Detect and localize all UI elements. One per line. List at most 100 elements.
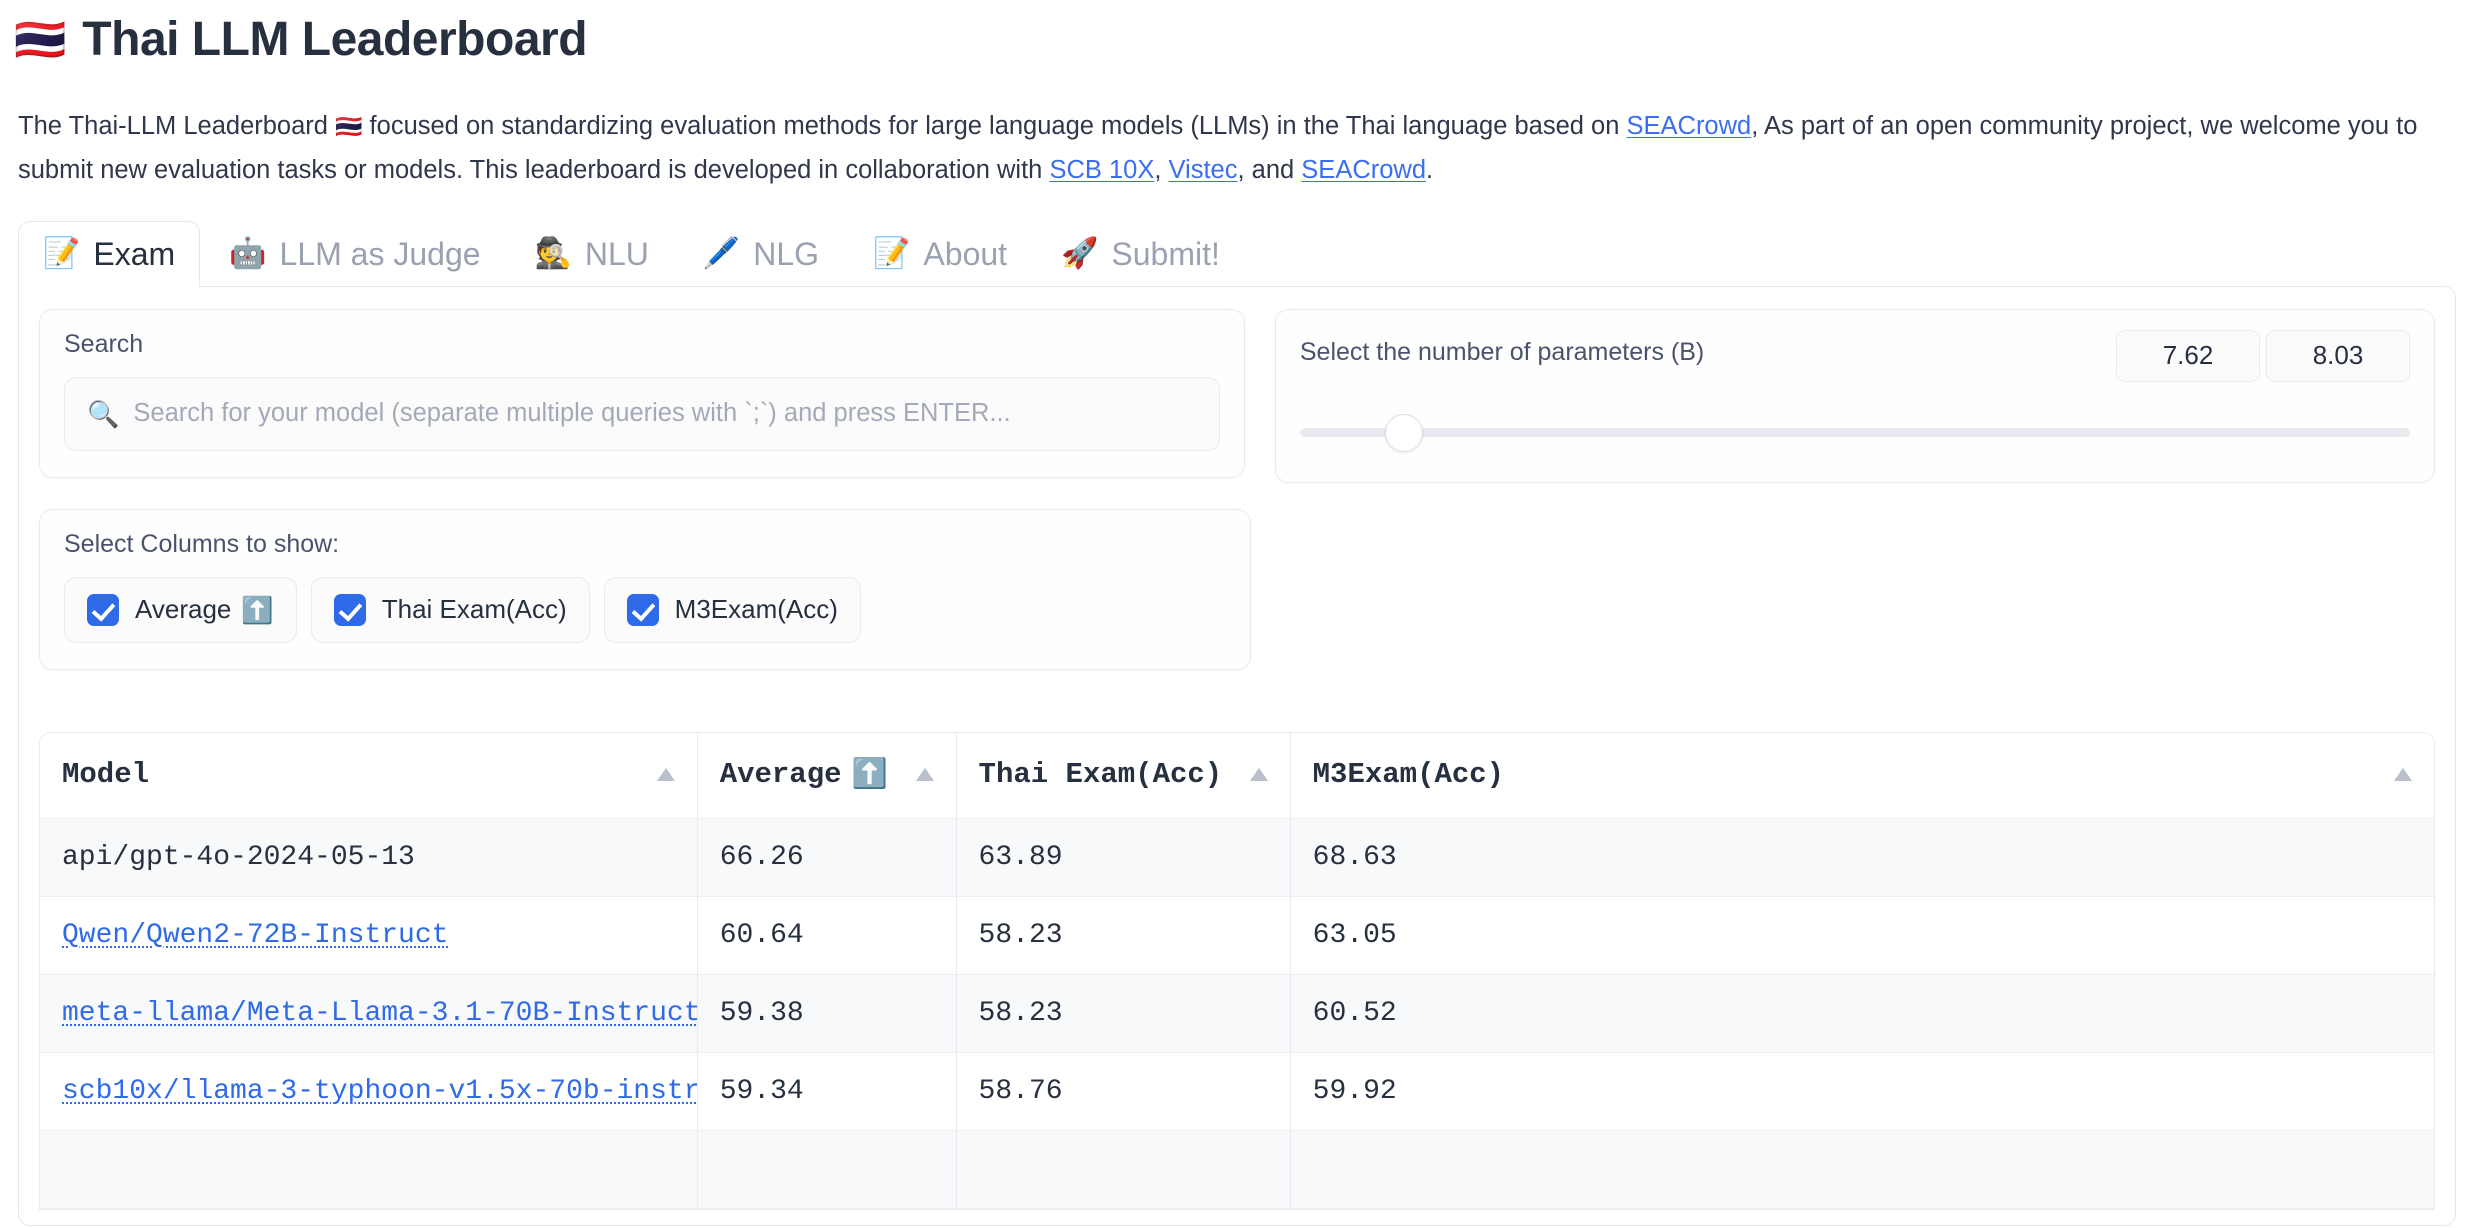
column-header-model[interactable]: Model [40, 732, 698, 819]
cell-thai-exam [956, 1130, 1291, 1209]
tab-submit[interactable]: 🚀 Submit! [1036, 221, 1245, 287]
tab-nlu-label: NLU [584, 235, 649, 272]
tab-nlg[interactable]: 🖊️ NLG [678, 221, 844, 287]
page-title: Thai LLM Leaderboard [82, 13, 588, 66]
column-chip-average[interactable]: Average ⬆️ [64, 576, 297, 643]
parameters-card: Select the number of parameters (B) 7.62… [1274, 308, 2435, 483]
columns-label: Select Columns to show: [64, 529, 340, 558]
table-row: api/gpt-4o-2024-05-13 66.26 63.89 68.63 [40, 818, 2434, 897]
column-chip-m3exam-label: M3Exam(Acc) [674, 594, 838, 625]
tab-about-label: About [923, 235, 1008, 272]
table: Model Average ⬆️ Thai Exam(Acc) M3Exam(A… [40, 732, 2434, 1209]
column-header-m3exam-label: M3Exam(Acc) [1312, 757, 1505, 791]
column-header-model-label: Model [62, 757, 150, 791]
intro-paragraph: The Thai-LLM Leaderboard 🇹🇭 focused on s… [18, 105, 2454, 193]
intro-sep-2: , and [1237, 155, 1302, 184]
thai-flag-inline-icon: 🇹🇭 [335, 113, 363, 139]
up-arrow-icon: ⬆️ [851, 758, 888, 792]
cell-average: 59.38 [697, 974, 957, 1053]
page-header: 🇹🇭 Thai LLM Leaderboard [0, 0, 2474, 67]
checkbox-m3exam[interactable] [626, 593, 659, 626]
pen-icon: 🖊️ [702, 237, 741, 271]
parameter-value-boxes: 7.62 8.03 [2116, 329, 2410, 382]
cell-thai-exam: 58.76 [956, 1052, 1291, 1131]
column-header-average-label: Average [719, 757, 842, 791]
cell-average [697, 1130, 957, 1209]
cell-model [40, 1130, 698, 1209]
table-row: meta-llama/Meta-Llama-3.1-70B-Instruct 5… [40, 974, 2434, 1053]
intro-period: . [1426, 155, 1434, 184]
vistec-link[interactable]: Vistec [1169, 156, 1238, 184]
search-icon: 🔍 [87, 398, 120, 429]
parameter-min-input[interactable]: 7.62 [2116, 329, 2260, 382]
column-header-thai-exam[interactable]: Thai Exam(Acc) [956, 732, 1291, 819]
parameters-head: Select the number of parameters (B) 7.62… [1299, 329, 2410, 382]
sort-ascending-icon[interactable] [915, 767, 934, 781]
cell-m3exam: 68.63 [1290, 818, 2434, 897]
cell-average: 60.64 [697, 896, 957, 975]
parameters-slider[interactable] [1299, 412, 2410, 452]
column-header-average[interactable]: Average ⬆️ [697, 732, 957, 819]
cell-thai-exam: 58.23 [956, 896, 1291, 975]
checkbox-thai-exam[interactable] [333, 593, 366, 626]
cell-thai-exam: 63.89 [956, 818, 1291, 897]
memo-pencil-icon: 📝 [873, 237, 911, 271]
up-arrow-icon: ⬆️ [241, 594, 274, 625]
intro-text-2: focused on standardizing evaluation meth… [362, 111, 1627, 140]
seacrowd-link-1[interactable]: SEACrowd [1627, 112, 1752, 140]
model-link[interactable]: meta-llama/Meta-Llama-3.1-70B-Instruct [62, 998, 696, 1029]
slider-thumb[interactable] [1385, 413, 1424, 452]
tab-llm-as-judge-label: LLM as Judge [279, 235, 481, 272]
tabs-container: 📝 Exam 🤖 LLM as Judge 🕵️ NLU 🖊️ NLG 📝 Ab… [18, 220, 2456, 1226]
slider-track[interactable] [1299, 427, 2410, 437]
column-header-thai-exam-label: Thai Exam(Acc) [978, 757, 1223, 791]
rocket-icon: 🚀 [1061, 237, 1099, 271]
model-link[interactable]: Qwen/Qwen2-72B-Instruct [62, 920, 448, 951]
cell-average: 66.26 [697, 818, 957, 897]
table-header-row: Model Average ⬆️ Thai Exam(Acc) M3Exam(A… [40, 732, 2434, 819]
detective-icon: 🕵️ [534, 237, 572, 271]
thai-flag-icon: 🇹🇭 [14, 16, 67, 64]
leaderboard-page: 🇹🇭 Thai LLM Leaderboard The Thai-LLM Lea… [0, 0, 2474, 1228]
sort-ascending-icon[interactable] [656, 767, 675, 781]
tab-exam[interactable]: 📝 Exam [18, 220, 201, 288]
column-header-m3exam[interactable]: M3Exam(Acc) [1290, 732, 2434, 819]
scb10x-link[interactable]: SCB 10X [1049, 156, 1154, 184]
tab-submit-label: Submit! [1111, 235, 1220, 272]
model-link[interactable]: scb10x/llama-3-typhoon-v1.5x-70b-instruc… [62, 1076, 696, 1107]
sort-ascending-icon[interactable] [2394, 767, 2412, 781]
tab-panel-exam: Search 🔍 Search for your model (separate… [18, 285, 2456, 1226]
tab-exam-label: Exam [93, 235, 176, 272]
table-row [40, 1130, 2434, 1209]
search-input[interactable]: 🔍 Search for your model (separate multip… [64, 376, 1220, 451]
leaderboard-table: Model Average ⬆️ Thai Exam(Acc) M3Exam(A… [39, 731, 2435, 1210]
cell-m3exam: 60.52 [1290, 974, 2434, 1053]
column-chip-thai-exam[interactable]: Thai Exam(Acc) [310, 576, 590, 643]
cell-model: meta-llama/Meta-Llama-3.1-70B-Instruct [40, 974, 698, 1053]
tab-nlg-label: NLG [753, 235, 820, 272]
search-label: Search [64, 329, 144, 358]
cell-model: scb10x/llama-3-typhoon-v1.5x-70b-instruc… [40, 1052, 698, 1131]
table-row: scb10x/llama-3-typhoon-v1.5x-70b-instruc… [40, 1052, 2434, 1131]
search-placeholder: Search for your model (separate multiple… [133, 399, 1011, 428]
column-chip-m3exam[interactable]: M3Exam(Acc) [603, 576, 861, 643]
parameters-label: Select the number of parameters (B) [1299, 337, 1705, 366]
table-row: Qwen/Qwen2-72B-Instruct 60.64 58.23 63.0… [40, 896, 2434, 975]
column-chip-average-label: Average [135, 594, 232, 625]
column-chips: Average ⬆️ Thai Exam(Acc) M3Exam(Acc) [64, 576, 1226, 643]
tab-llm-as-judge[interactable]: 🤖 LLM as Judge [204, 221, 505, 287]
robot-icon: 🤖 [229, 237, 267, 271]
checkbox-average[interactable] [87, 593, 119, 626]
search-card: Search 🔍 Search for your model (separate… [39, 308, 1245, 478]
intro-text-1: The Thai-LLM Leaderboard [18, 111, 336, 140]
column-chip-thai-exam-label: Thai Exam(Acc) [381, 594, 567, 625]
tab-nlu[interactable]: 🕵️ NLU [510, 221, 674, 287]
parameter-max-input[interactable]: 8.03 [2266, 329, 2410, 382]
columns-card: Select Columns to show: Average ⬆️ Thai … [39, 508, 1251, 670]
seacrowd-link-2[interactable]: SEACrowd [1301, 156, 1426, 184]
sort-ascending-icon[interactable] [1249, 767, 1268, 781]
cell-thai-exam: 58.23 [956, 974, 1291, 1053]
tab-about[interactable]: 📝 About [848, 221, 1032, 287]
memo-pencil-icon: 📝 [43, 237, 81, 271]
cell-model: api/gpt-4o-2024-05-13 [40, 818, 698, 897]
